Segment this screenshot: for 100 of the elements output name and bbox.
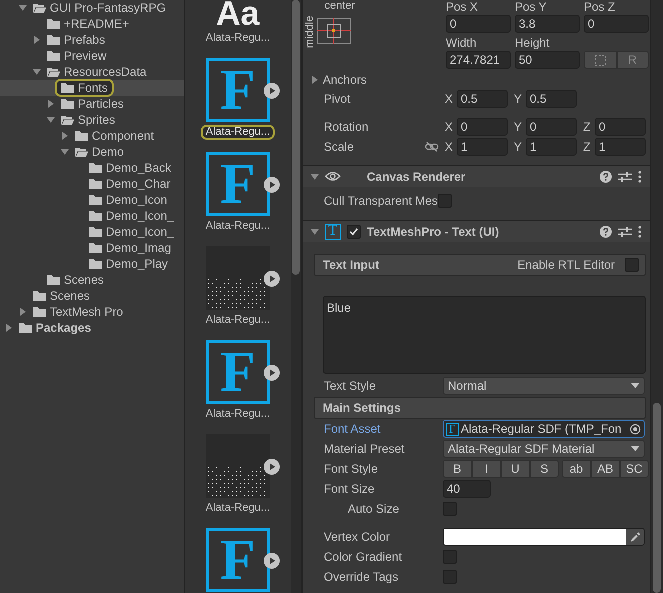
expand-arrow-icon[interactable]	[311, 172, 319, 180]
component-title[interactable]: TextMeshPro - Text (UI)	[367, 224, 594, 238]
checkbox[interactable]	[443, 502, 457, 516]
play-button[interactable]	[264, 365, 280, 381]
font-style-button[interactable]: SC	[620, 460, 649, 478]
expand-arrow-icon[interactable]	[33, 36, 41, 44]
tree-item[interactable]: +README+	[0, 16, 184, 32]
font-style-button[interactable]: ab	[562, 460, 591, 478]
font-asset-icon[interactable]: F	[206, 58, 270, 122]
font-style-button[interactable]: U	[501, 460, 530, 478]
expand-arrow-icon[interactable]	[19, 4, 27, 12]
checkbox[interactable]	[347, 224, 361, 238]
checkbox[interactable]	[443, 570, 457, 584]
checkbox[interactable]	[438, 194, 452, 208]
scrollbar-thumb[interactable]	[292, 0, 300, 275]
play-button[interactable]	[264, 271, 280, 287]
axis-label: Y	[512, 120, 523, 134]
number-field[interactable]: 0	[457, 118, 508, 136]
number-field[interactable]: 0	[446, 15, 511, 33]
tree-item[interactable]: Demo_Back	[0, 160, 184, 176]
help-icon[interactable]	[600, 170, 612, 182]
tree-item[interactable]: Demo_Imag	[0, 240, 184, 256]
number-field[interactable]: 0	[584, 15, 649, 33]
text-input-area[interactable]: Blue	[323, 296, 646, 374]
play-button[interactable]	[264, 459, 280, 475]
number-field[interactable]: 1	[457, 138, 508, 156]
font-style-button[interactable]: AB	[591, 460, 620, 478]
font-asset-icon[interactable]: F	[206, 528, 270, 592]
tree-item[interactable]: Particles	[0, 96, 184, 112]
color-swatch[interactable]	[444, 529, 626, 545]
number-field[interactable]: 40	[443, 480, 491, 498]
number-field[interactable]: 274.7821	[446, 51, 511, 69]
settings-sliders-icon[interactable]	[618, 170, 632, 182]
number-field[interactable]: 3.8	[515, 15, 580, 33]
asset-label[interactable]: Alata-Regu...	[200, 313, 276, 328]
tree-item[interactable]: ResourcesData	[0, 64, 184, 80]
tree-item[interactable]: Demo_Icon_	[0, 208, 184, 224]
unlinked-icon[interactable]	[425, 142, 439, 152]
more-menu-icon[interactable]	[638, 170, 642, 182]
play-button[interactable]	[264, 83, 280, 99]
asset-label[interactable]: Alata-Regu...	[200, 501, 276, 516]
expand-arrow-icon[interactable]	[19, 308, 27, 316]
blueprint-mode-button[interactable]	[584, 51, 616, 69]
visibility-eye-icon[interactable]	[325, 171, 341, 182]
number-field[interactable]: 0.5	[526, 90, 577, 108]
open-folder-icon	[47, 66, 61, 78]
asset-label[interactable]: Alata-Regu...	[200, 125, 276, 140]
asset-label[interactable]: Alata-Regu...	[200, 219, 276, 234]
number-field[interactable]: 0	[526, 118, 577, 136]
expand-arrow-icon[interactable]	[5, 324, 13, 332]
font-style-button[interactable]: I	[472, 460, 501, 478]
target-icon[interactable]	[630, 424, 641, 434]
tree-item[interactable]: Packages	[0, 320, 184, 336]
expand-arrow-icon[interactable]	[311, 76, 319, 84]
play-button[interactable]	[264, 177, 280, 193]
expand-arrow-icon[interactable]	[47, 116, 55, 124]
tree-item[interactable]: Demo_Icon	[0, 192, 184, 208]
tree-item[interactable]: Prefabs	[0, 32, 184, 48]
tree-item[interactable]: Component	[0, 128, 184, 144]
expand-arrow-icon[interactable]	[33, 68, 41, 76]
asset-label[interactable]: Alata-Regu...	[200, 31, 276, 46]
number-field[interactable]: 0	[595, 118, 646, 136]
more-menu-icon[interactable]	[638, 226, 642, 238]
dropdown[interactable]: Alata-Regular SDF Material	[443, 440, 645, 458]
tree-item[interactable]: Fonts	[0, 80, 184, 96]
number-field[interactable]: 50	[515, 51, 580, 69]
font-style-button[interactable]: B	[443, 460, 472, 478]
tree-item[interactable]: TextMesh Pro	[0, 304, 184, 320]
font-style-button[interactable]: S	[530, 460, 559, 478]
checkbox[interactable]	[443, 550, 457, 564]
tree-item[interactable]: Sprites	[0, 112, 184, 128]
object-field[interactable]: F Alata-Regular SDF (TMP_Fon	[443, 420, 645, 438]
expand-arrow-icon[interactable]	[61, 132, 69, 140]
play-button[interactable]	[264, 553, 280, 569]
tree-item[interactable]: Demo_Char	[0, 176, 184, 192]
expand-arrow-icon[interactable]	[311, 228, 319, 236]
number-field[interactable]: 1	[526, 138, 577, 156]
font-asset-icon[interactable]: F	[206, 152, 270, 216]
tree-item[interactable]: Scenes	[0, 288, 184, 304]
tree-item[interactable]: GUI Pro-FantasyRPG	[0, 0, 184, 16]
foldout-label[interactable]: Anchors	[323, 73, 368, 87]
expand-arrow-icon[interactable]	[61, 148, 69, 156]
asset-label[interactable]: Alata-Regu...	[200, 407, 276, 422]
number-field[interactable]: 0.5	[457, 90, 508, 108]
tree-item[interactable]: Demo	[0, 144, 184, 160]
tree-item[interactable]: Scenes	[0, 272, 184, 288]
dropdown[interactable]: Normal	[443, 377, 645, 395]
scrollbar-thumb[interactable]	[653, 403, 661, 593]
anchor-preset-icon[interactable]	[317, 18, 351, 44]
settings-sliders-icon[interactable]	[618, 226, 632, 238]
expand-arrow-icon[interactable]	[47, 100, 55, 108]
checkbox[interactable]	[625, 258, 639, 272]
number-field[interactable]: 1	[595, 138, 646, 156]
help-icon[interactable]	[600, 226, 612, 238]
font-asset-icon[interactable]: F	[206, 340, 270, 404]
tree-item[interactable]: Demo_Icon_	[0, 224, 184, 240]
eyedropper-icon[interactable]	[626, 529, 644, 545]
tree-item[interactable]: Demo_Play	[0, 256, 184, 272]
anchor-label: middle	[304, 16, 316, 48]
tree-item[interactable]: Preview	[0, 48, 184, 64]
